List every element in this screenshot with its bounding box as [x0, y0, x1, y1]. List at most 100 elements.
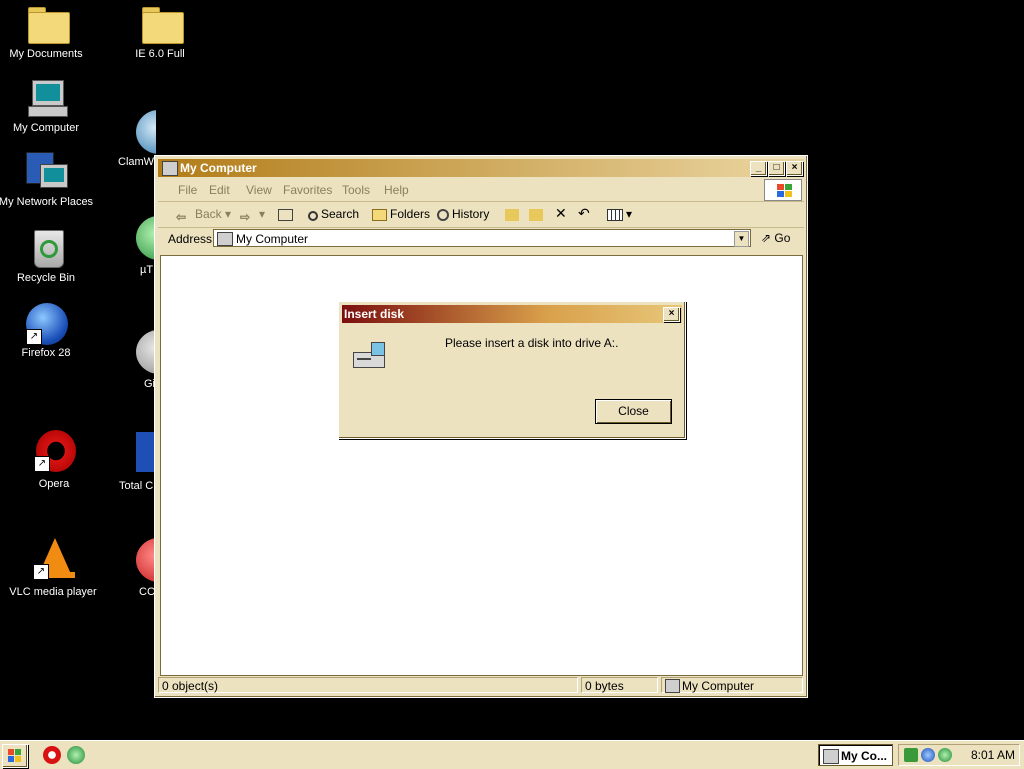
taskbar-my-computer-button[interactable]: My Co...: [818, 744, 893, 766]
desktop-icon-opera[interactable]: ↗ Opera: [6, 430, 102, 490]
views-button[interactable]: ▾: [607, 207, 632, 221]
back-label: Back: [195, 207, 222, 221]
folders-button[interactable]: Folders: [372, 207, 430, 221]
desktop-icon-label: µT: [140, 264, 154, 276]
computer-icon: [26, 78, 68, 118]
desktop-icon-clamwin[interactable]: ClamWi: [112, 110, 156, 168]
go-arrow-icon: ⇗: [761, 231, 772, 245]
total-commander-icon: [136, 432, 156, 472]
dialog-close-button[interactable]: Close: [595, 399, 672, 424]
quicklaunch-utorrent-icon[interactable]: [67, 746, 85, 764]
desktop-icon-vlc[interactable]: ↗ VLC media player: [5, 538, 101, 598]
desktop-icon-label: CC: [139, 586, 155, 598]
move-to-icon: [505, 209, 519, 221]
desktop-icon-network-places[interactable]: My Network Places: [0, 152, 94, 208]
address-dropdown-button[interactable]: ▼: [734, 231, 749, 247]
desktop-icon-ie6[interactable]: IE 6.0 Full: [112, 4, 208, 60]
desktop-icon-ccleaner[interactable]: CC: [112, 538, 156, 598]
dialog-title: Insert disk: [344, 307, 405, 321]
desktop-icon-label: ClamWi: [118, 156, 156, 168]
address-value: My Computer: [236, 232, 309, 246]
start-button[interactable]: [2, 744, 28, 768]
desktop-icon-label: My Documents: [9, 48, 83, 60]
taskbar-button-label: My Co...: [841, 749, 888, 763]
menu-edit[interactable]: Edit: [209, 183, 230, 197]
desktop-icon-label: Recycle Bin: [16, 272, 76, 284]
desktop-icon-my-computer[interactable]: My Computer: [0, 78, 94, 134]
address-input[interactable]: My Computer ▼: [213, 229, 751, 247]
dialog-message: Please insert a disk into drive A:.: [445, 336, 619, 350]
history-label: History: [452, 207, 490, 221]
toolbar: ⇦ Back ▾ ⇨ ▾ Search Folders History ✕ ↶ ▾: [158, 203, 804, 228]
insert-disk-dialog[interactable]: Insert disk × Please insert a disk into …: [338, 301, 686, 439]
menu-help[interactable]: Help: [384, 183, 409, 197]
desktop-icon-total-commander[interactable]: Total C: [112, 432, 156, 492]
status-zone-label: My Computer: [682, 679, 755, 693]
utorrent-icon: [136, 216, 156, 260]
quicklaunch-opera-icon[interactable]: [43, 746, 61, 764]
desktop-icon-label: Total C: [119, 480, 154, 492]
history-button[interactable]: History: [437, 207, 489, 221]
dialog-titlebar[interactable]: Insert disk ×: [342, 305, 682, 323]
address-label: Address: [168, 232, 213, 246]
app-icon: [136, 330, 156, 374]
address-bar: Address My Computer ▼ ⇗ Go: [158, 228, 804, 250]
system-tray: 8:01 AM: [898, 744, 1020, 766]
opera-icon: ↗: [34, 430, 76, 472]
desktop-icon-gi[interactable]: Gi: [112, 330, 156, 390]
delete-button[interactable]: ✕: [555, 205, 567, 222]
up-folder-icon: [278, 209, 293, 221]
desktop-icon-firefox[interactable]: ↗ Firefox 28: [0, 303, 94, 359]
desktop-icon-label: Opera: [38, 478, 70, 490]
search-icon: [308, 211, 318, 221]
search-button[interactable]: Search: [308, 207, 359, 221]
desktop-icon-label: VLC media player: [9, 586, 97, 598]
undo-button[interactable]: ↶: [578, 205, 590, 222]
tray-globe-icon[interactable]: [921, 748, 935, 762]
window-titlebar[interactable]: My Computer _ □ ×: [158, 159, 804, 177]
forward-arrow-icon: ⇨: [240, 210, 251, 224]
back-arrow-icon: ⇦: [176, 210, 187, 224]
desktop-icon-label: My Computer: [12, 122, 80, 134]
go-button[interactable]: ⇗ Go: [761, 231, 790, 245]
desktop-icon-label: Gi: [144, 378, 155, 390]
menu-favorites[interactable]: Favorites: [283, 183, 332, 197]
taskbar: My Co... 8:01 AM: [0, 740, 1024, 769]
views-icon: [607, 209, 623, 221]
minimize-button[interactable]: _: [750, 161, 767, 176]
delete-icon: ✕: [555, 205, 567, 221]
close-button[interactable]: ×: [786, 161, 803, 176]
tray-utorrent-icon[interactable]: [938, 748, 952, 762]
folders-label: Folders: [390, 207, 431, 221]
computer-icon: [823, 749, 839, 764]
up-folder-button[interactable]: [278, 207, 296, 221]
recycle-bin-icon: [26, 228, 66, 268]
folders-icon: [372, 209, 387, 221]
firefox-icon: ↗: [26, 303, 68, 345]
menu-tools[interactable]: Tools: [342, 183, 370, 197]
undo-icon: ↶: [578, 205, 590, 221]
menu-file[interactable]: File: [178, 183, 197, 197]
forward-button[interactable]: ⇨ ▾: [240, 207, 265, 224]
folder-icon: [26, 4, 70, 44]
desktop-icon-utorrent[interactable]: µT: [112, 216, 156, 276]
menu-view[interactable]: View: [246, 183, 272, 197]
maximize-button[interactable]: □: [768, 161, 785, 176]
copy-to-icon: [529, 209, 543, 221]
history-icon: [437, 209, 449, 221]
folder-icon: [140, 4, 184, 44]
tray-network-icon[interactable]: [904, 748, 918, 762]
desktop-icon-recycle-bin[interactable]: Recycle Bin: [0, 228, 94, 284]
computer-icon: [665, 679, 680, 693]
back-button[interactable]: ⇦ Back ▾: [176, 207, 231, 224]
status-bar: 0 object(s) 0 bytes My Computer: [158, 677, 804, 695]
go-label: Go: [774, 231, 791, 245]
vlc-icon: ↗: [33, 538, 75, 580]
desktop-icon-my-documents[interactable]: My Documents: [0, 4, 94, 60]
desktop-icon-label: Firefox 28: [21, 347, 71, 359]
copy-to-button[interactable]: [529, 207, 546, 221]
move-to-button[interactable]: [505, 207, 522, 221]
computer-icon: [217, 232, 233, 246]
clock[interactable]: 8:01 AM: [971, 748, 1015, 762]
dialog-close-x-button[interactable]: ×: [663, 307, 680, 322]
